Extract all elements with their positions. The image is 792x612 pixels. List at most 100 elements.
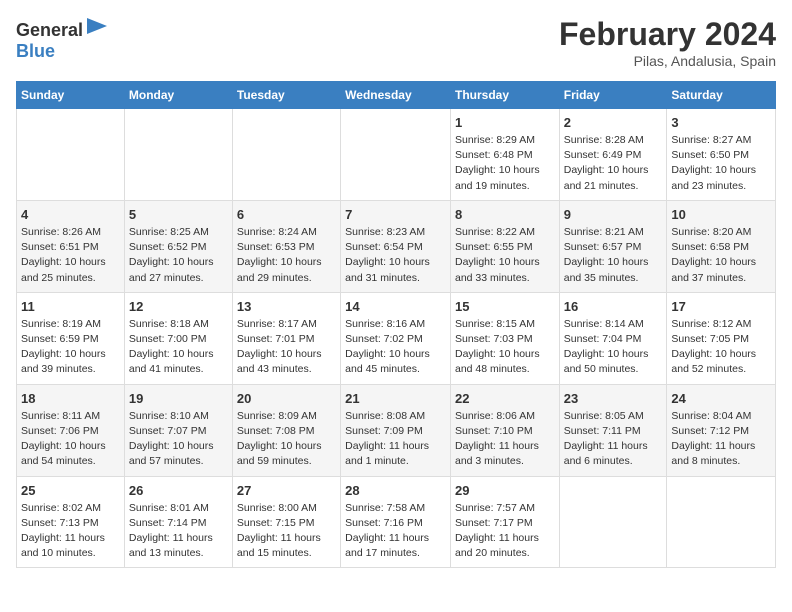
calendar-cell: 4Sunrise: 8:26 AM Sunset: 6:51 PM Daylig… [17,200,125,292]
calendar-cell: 10 Sunrise: 8:20 AM Sunset: 6:58 PM Dayli… [667,200,776,292]
weekday-header-sunday: Sunday [17,82,125,109]
day-info: Sunrise: 8:05 AM Sunset: 7:11 PM Dayligh… [564,409,663,470]
logo-general: General [16,20,83,40]
calendar-cell: 14 Sunrise: 8:16 AM Sunset: 7:02 PM Dayli… [341,292,451,384]
calendar-cell: 17 Sunrise: 8:12 AM Sunset: 7:05 PM Dayli… [667,292,776,384]
day-info: Sunrise: 8:24 AM Sunset: 6:53 PM Dayligh… [237,225,336,286]
day-number: 10 [671,207,771,222]
day-number: 7 [345,207,446,222]
week-row-5: 25 Sunrise: 8:02 AM Sunset: 7:13 PM Dayli… [17,476,776,568]
day-info: Sunrise: 8:08 AM Sunset: 7:09 PM Dayligh… [345,409,446,470]
day-number: 6 [237,207,336,222]
day-info: Sunrise: 8:19 AM Sunset: 6:59 PM Dayligh… [21,317,120,378]
day-info: Sunrise: 8:26 AM Sunset: 6:51 PM Dayligh… [21,225,120,286]
day-number: 22 [455,391,555,406]
calendar-cell: 7 Sunrise: 8:23 AM Sunset: 6:54 PM Daylig… [341,200,451,292]
day-number: 27 [237,483,336,498]
day-info: Sunrise: 8:23 AM Sunset: 6:54 PM Dayligh… [345,225,446,286]
calendar-cell: 11 Sunrise: 8:19 AM Sunset: 6:59 PM Dayli… [17,292,125,384]
day-info: Sunrise: 8:28 AM Sunset: 6:49 PM Dayligh… [564,133,663,194]
day-info: Sunrise: 8:00 AM Sunset: 7:15 PM Dayligh… [237,501,336,562]
calendar-cell: 16 Sunrise: 8:14 AM Sunset: 7:04 PM Dayli… [559,292,667,384]
day-info: Sunrise: 8:02 AM Sunset: 7:13 PM Dayligh… [21,501,120,562]
day-number: 1 [455,115,555,130]
calendar-cell [124,109,232,201]
day-info: Sunrise: 8:04 AM Sunset: 7:12 PM Dayligh… [671,409,771,470]
title-area: February 2024 Pilas, Andalusia, Spain [559,16,776,69]
day-number: 21 [345,391,446,406]
weekday-header-thursday: Thursday [450,82,559,109]
logo-blue: Blue [16,41,55,61]
weekday-header-tuesday: Tuesday [232,82,340,109]
day-info: Sunrise: 8:09 AM Sunset: 7:08 PM Dayligh… [237,409,336,470]
weekday-header-monday: Monday [124,82,232,109]
day-info: Sunrise: 8:15 AM Sunset: 7:03 PM Dayligh… [455,317,555,378]
calendar-cell: 29 Sunrise: 7:57 AM Sunset: 7:17 PM Dayli… [450,476,559,568]
day-info: Sunrise: 7:57 AM Sunset: 7:17 PM Dayligh… [455,501,555,562]
day-number: 16 [564,299,663,314]
day-number: 20 [237,391,336,406]
week-row-2: 4Sunrise: 8:26 AM Sunset: 6:51 PM Daylig… [17,200,776,292]
day-number: 25 [21,483,120,498]
day-number: 17 [671,299,771,314]
day-info: Sunrise: 8:01 AM Sunset: 7:14 PM Dayligh… [129,501,228,562]
calendar-cell: 9 Sunrise: 8:21 AM Sunset: 6:57 PM Daylig… [559,200,667,292]
day-info: Sunrise: 8:16 AM Sunset: 7:02 PM Dayligh… [345,317,446,378]
calendar-cell: 3 Sunrise: 8:27 AM Sunset: 6:50 PM Daylig… [667,109,776,201]
main-title: February 2024 [559,16,776,53]
calendar-cell: 21 Sunrise: 8:08 AM Sunset: 7:09 PM Dayli… [341,384,451,476]
calendar-cell [559,476,667,568]
logo: General Blue [16,16,109,62]
day-number: 18 [21,391,120,406]
weekday-header-saturday: Saturday [667,82,776,109]
calendar-cell: 25 Sunrise: 8:02 AM Sunset: 7:13 PM Dayli… [17,476,125,568]
day-info: Sunrise: 8:20 AM Sunset: 6:58 PM Dayligh… [671,225,771,286]
calendar-cell: 6 Sunrise: 8:24 AM Sunset: 6:53 PM Daylig… [232,200,340,292]
week-row-4: 18 Sunrise: 8:11 AM Sunset: 7:06 PM Dayli… [17,384,776,476]
day-number: 14 [345,299,446,314]
calendar-cell: 8 Sunrise: 8:22 AM Sunset: 6:55 PM Daylig… [450,200,559,292]
calendar-cell: 22 Sunrise: 8:06 AM Sunset: 7:10 PM Dayli… [450,384,559,476]
day-number: 15 [455,299,555,314]
calendar-cell: 23Sunrise: 8:05 AM Sunset: 7:11 PM Dayli… [559,384,667,476]
calendar-cell: 24 Sunrise: 8:04 AM Sunset: 7:12 PM Dayli… [667,384,776,476]
weekday-header-wednesday: Wednesday [341,82,451,109]
calendar-cell: 15 Sunrise: 8:15 AM Sunset: 7:03 PM Dayli… [450,292,559,384]
calendar-cell [341,109,451,201]
header: General Blue February 2024 Pilas, Andalu… [16,16,776,69]
day-info: Sunrise: 8:25 AM Sunset: 6:52 PM Dayligh… [129,225,228,286]
day-info: Sunrise: 7:58 AM Sunset: 7:16 PM Dayligh… [345,501,446,562]
day-number: 8 [455,207,555,222]
day-number: 3 [671,115,771,130]
day-number: 9 [564,207,663,222]
calendar-cell: 20 Sunrise: 8:09 AM Sunset: 7:08 PM Dayli… [232,384,340,476]
day-info: Sunrise: 8:21 AM Sunset: 6:57 PM Dayligh… [564,225,663,286]
day-info: Sunrise: 8:14 AM Sunset: 7:04 PM Dayligh… [564,317,663,378]
day-number: 2 [564,115,663,130]
day-info: Sunrise: 8:29 AM Sunset: 6:48 PM Dayligh… [455,133,555,194]
calendar-cell: 13 Sunrise: 8:17 AM Sunset: 7:01 PM Dayli… [232,292,340,384]
day-number: 11 [21,299,120,314]
day-info: Sunrise: 8:11 AM Sunset: 7:06 PM Dayligh… [21,409,120,470]
calendar-cell: 2 Sunrise: 8:28 AM Sunset: 6:49 PM Daylig… [559,109,667,201]
day-info: Sunrise: 8:06 AM Sunset: 7:10 PM Dayligh… [455,409,555,470]
day-info: Sunrise: 8:17 AM Sunset: 7:01 PM Dayligh… [237,317,336,378]
day-info: Sunrise: 8:22 AM Sunset: 6:55 PM Dayligh… [455,225,555,286]
day-number: 5 [129,207,228,222]
day-info: Sunrise: 8:18 AM Sunset: 7:00 PM Dayligh… [129,317,228,378]
sub-title: Pilas, Andalusia, Spain [559,53,776,69]
calendar-cell: 28Sunrise: 7:58 AM Sunset: 7:16 PM Dayli… [341,476,451,568]
calendar-cell: 1 Sunrise: 8:29 AM Sunset: 6:48 PM Daylig… [450,109,559,201]
day-number: 24 [671,391,771,406]
weekday-header-row: SundayMondayTuesdayWednesdayThursdayFrid… [17,82,776,109]
day-number: 13 [237,299,336,314]
calendar-cell [667,476,776,568]
calendar-cell: 12 Sunrise: 8:18 AM Sunset: 7:00 PM Dayli… [124,292,232,384]
day-number: 12 [129,299,228,314]
day-number: 29 [455,483,555,498]
day-info: Sunrise: 8:12 AM Sunset: 7:05 PM Dayligh… [671,317,771,378]
logo-text: General Blue [16,16,109,62]
day-info: Sunrise: 8:27 AM Sunset: 6:50 PM Dayligh… [671,133,771,194]
week-row-1: 1 Sunrise: 8:29 AM Sunset: 6:48 PM Daylig… [17,109,776,201]
calendar-cell: 19Sunrise: 8:10 AM Sunset: 7:07 PM Dayli… [124,384,232,476]
